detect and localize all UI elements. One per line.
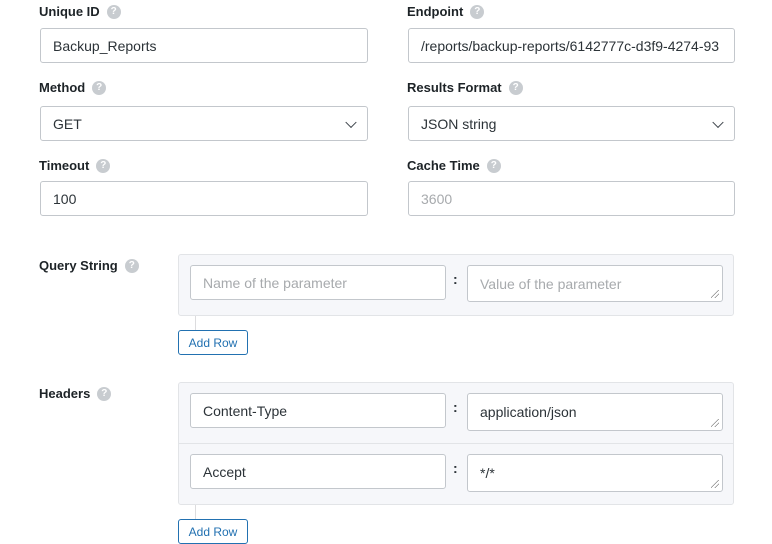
cache-time-label: Cache Time ? — [407, 158, 501, 173]
header-name-input[interactable]: Content-Type — [190, 393, 446, 428]
unique-id-input[interactable]: Backup_Reports — [40, 28, 368, 63]
headers-label: Headers ? — [39, 386, 112, 401]
cache-time-input[interactable]: 3600 — [408, 181, 735, 216]
help-icon[interactable]: ? — [470, 4, 485, 19]
resize-handle[interactable] — [711, 290, 719, 298]
header-value-input[interactable]: */* — [467, 454, 723, 492]
header-name-value: Accept — [203, 463, 246, 480]
results-format-select[interactable]: JSON string — [408, 106, 735, 141]
header-value-value: application/json — [480, 404, 577, 420]
unique-id-value: Backup_Reports — [53, 37, 157, 54]
help-icon[interactable]: ? — [486, 158, 501, 173]
resize-handle[interactable] — [711, 419, 719, 427]
results-format-value: JSON string — [421, 115, 497, 132]
query-param-name-input[interactable]: Name of the parameter — [190, 265, 446, 300]
cache-time-label-text: Cache Time — [407, 158, 480, 173]
connector-line — [195, 316, 196, 330]
row-divider — [179, 443, 733, 444]
header-value-input[interactable]: application/json — [467, 393, 723, 431]
query-param-value-placeholder: Value of the parameter — [480, 275, 622, 292]
unique-id-label: Unique ID ? — [39, 4, 121, 19]
timeout-label-text: Timeout — [39, 158, 90, 173]
help-icon[interactable]: ? — [96, 158, 111, 173]
chevron-down-icon — [712, 116, 724, 128]
query-string-label-text: Query String — [39, 258, 118, 273]
query-add-row-button[interactable]: Add Row — [178, 330, 248, 355]
endpoint-label-text: Endpoint — [407, 4, 464, 19]
help-icon[interactable]: ? — [508, 80, 523, 95]
method-value: GET — [53, 115, 82, 132]
header-name-input[interactable]: Accept — [190, 454, 446, 489]
results-format-label: Results Format ? — [407, 80, 523, 95]
method-label-text: Method — [39, 80, 86, 95]
timeout-input[interactable]: 100 — [40, 181, 368, 216]
query-param-name-placeholder: Name of the parameter — [203, 274, 347, 291]
method-label: Method ? — [39, 80, 107, 95]
resize-handle[interactable] — [711, 480, 719, 488]
results-format-label-text: Results Format — [407, 80, 502, 95]
connector-line — [195, 505, 196, 519]
timeout-label: Timeout ? — [39, 158, 111, 173]
method-select[interactable]: GET — [40, 106, 368, 141]
separator: : — [453, 271, 458, 287]
help-icon[interactable]: ? — [124, 258, 139, 273]
query-param-value-input[interactable]: Value of the parameter — [467, 265, 723, 302]
help-icon[interactable]: ? — [92, 80, 107, 95]
endpoint-value: /reports/backup-reports/6142777c-d3f9-42… — [421, 37, 720, 54]
help-icon[interactable]: ? — [106, 4, 121, 19]
chevron-down-icon — [345, 116, 357, 128]
separator: : — [453, 399, 458, 415]
headers-add-row-button[interactable]: Add Row — [178, 519, 248, 544]
query-string-label: Query String ? — [39, 258, 139, 273]
help-icon[interactable]: ? — [97, 386, 112, 401]
unique-id-label-text: Unique ID — [39, 4, 100, 19]
endpoint-input[interactable]: /reports/backup-reports/6142777c-d3f9-42… — [408, 28, 735, 63]
timeout-value: 100 — [53, 190, 77, 207]
header-value-value: */* — [480, 465, 495, 481]
separator: : — [453, 460, 458, 476]
endpoint-label: Endpoint ? — [407, 4, 485, 19]
headers-label-text: Headers — [39, 386, 91, 401]
header-name-value: Content-Type — [203, 402, 288, 419]
cache-time-placeholder: 3600 — [421, 190, 453, 207]
